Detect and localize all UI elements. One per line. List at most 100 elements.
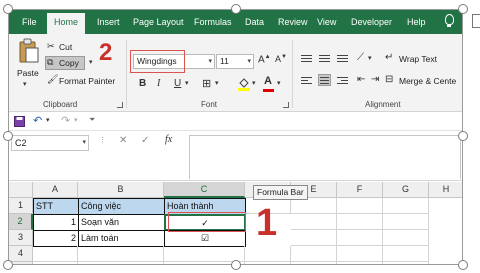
- wrap-text-button[interactable]: Wrap Text: [399, 54, 437, 64]
- empty-cell[interactable]: [78, 262, 164, 264]
- column-header-h[interactable]: H: [429, 182, 462, 198]
- chevron-down-icon[interactable]: ▾: [46, 116, 50, 124]
- fill-color-icon[interactable]: [237, 76, 251, 92]
- empty-cell[interactable]: [291, 214, 337, 230]
- customize-toolbar-icon[interactable]: ⏷: [89, 115, 95, 125]
- increase-font-icon[interactable]: A▲: [258, 54, 271, 65]
- tab-insert[interactable]: Insert: [97, 15, 120, 29]
- column-header-f[interactable]: F: [337, 182, 383, 198]
- row-header-1[interactable]: 1: [9, 198, 33, 214]
- empty-cell[interactable]: [33, 262, 78, 264]
- resize-handle[interactable]: [458, 260, 468, 270]
- tab-formulas[interactable]: Formulas: [194, 15, 232, 29]
- empty-cell[interactable]: [337, 230, 383, 246]
- merge-icon[interactable]: ⊟: [385, 74, 393, 85]
- save-icon[interactable]: [14, 116, 25, 127]
- column-header-a[interactable]: A: [33, 182, 78, 198]
- lightbulb-icon[interactable]: [445, 14, 454, 27]
- redo-icon[interactable]: ↷: [61, 114, 70, 127]
- function-icon[interactable]: fx: [165, 134, 172, 145]
- table-header-cell[interactable]: Công việc: [78, 198, 165, 215]
- resize-handle[interactable]: [231, 4, 241, 14]
- tab-view[interactable]: View: [317, 15, 336, 29]
- table-cell[interactable]: ☑: [164, 230, 246, 247]
- dialog-launcher-icon[interactable]: [283, 102, 289, 108]
- column-header-b[interactable]: B: [78, 182, 164, 198]
- empty-cell[interactable]: [78, 246, 164, 262]
- empty-cell[interactable]: [33, 246, 78, 262]
- chevron-down-icon[interactable]: ▾: [247, 55, 251, 68]
- tab-review[interactable]: Review: [278, 15, 308, 29]
- empty-cell[interactable]: [291, 230, 337, 246]
- resize-handle[interactable]: [3, 4, 13, 14]
- format-painter-button[interactable]: Format Painter: [59, 76, 115, 86]
- empty-cell[interactable]: [383, 230, 429, 246]
- chevron-down-icon[interactable]: ▾: [82, 136, 86, 150]
- decrease-indent-icon[interactable]: ⇤: [357, 74, 365, 85]
- tab-developer[interactable]: Developer: [351, 15, 392, 29]
- format-painter-icon[interactable]: 🖌: [47, 74, 58, 85]
- align-right-icon[interactable]: [337, 75, 350, 87]
- chevron-down-icon[interactable]: ▾: [74, 116, 78, 124]
- align-top-icon[interactable]: [301, 53, 314, 65]
- formula-input[interactable]: [189, 135, 461, 179]
- undo-icon[interactable]: ↶: [33, 114, 42, 127]
- font-size-box[interactable]: 11 ▾: [216, 54, 254, 69]
- empty-cell[interactable]: [337, 246, 383, 262]
- row-header-3[interactable]: 3: [9, 230, 33, 246]
- orientation-icon[interactable]: ⟋: [357, 52, 364, 63]
- table-header-cell[interactable]: STT: [33, 198, 79, 215]
- merge-center-button[interactable]: Merge & Cente: [399, 76, 456, 86]
- tab-file[interactable]: File: [22, 15, 37, 29]
- empty-cell[interactable]: [245, 262, 291, 264]
- empty-cell[interactable]: [383, 246, 429, 262]
- chevron-down-icon[interactable]: ▾: [208, 55, 212, 68]
- dialog-launcher-icon[interactable]: [117, 102, 123, 108]
- resize-handle[interactable]: [3, 260, 13, 270]
- empty-cell[interactable]: [337, 214, 383, 230]
- underline-button[interactable]: U: [174, 78, 181, 89]
- chevron-down-icon[interactable]: ▾: [89, 58, 93, 66]
- empty-cell[interactable]: [383, 214, 429, 230]
- resize-handle[interactable]: [458, 4, 468, 14]
- align-bottom-icon[interactable]: [337, 53, 350, 65]
- empty-cell[interactable]: [337, 262, 383, 264]
- scissors-icon[interactable]: ✂: [47, 41, 55, 52]
- column-header-g[interactable]: G: [383, 182, 429, 198]
- chevron-down-icon[interactable]: ▾: [277, 79, 281, 87]
- empty-cell[interactable]: [291, 246, 337, 262]
- align-middle-icon[interactable]: [319, 53, 332, 65]
- row-header-2[interactable]: 2: [9, 214, 33, 230]
- column-header-c[interactable]: C: [164, 182, 245, 198]
- align-left-icon[interactable]: [301, 75, 314, 87]
- empty-cell[interactable]: [337, 198, 383, 214]
- name-box[interactable]: C2 ▾: [11, 135, 89, 151]
- wrap-text-icon[interactable]: ↵: [385, 52, 393, 63]
- tab-page-layout[interactable]: Page Layout: [133, 15, 184, 29]
- borders-icon[interactable]: ⊞: [202, 77, 211, 90]
- bold-button[interactable]: B: [139, 78, 146, 89]
- select-all-corner[interactable]: [9, 182, 33, 198]
- empty-cell[interactable]: [291, 262, 337, 264]
- empty-cell[interactable]: [291, 198, 337, 214]
- empty-cell[interactable]: [245, 246, 291, 262]
- chevron-down-icon[interactable]: ▾: [368, 54, 372, 62]
- empty-cell[interactable]: [383, 262, 429, 264]
- cut-button[interactable]: Cut: [59, 42, 72, 52]
- table-cell[interactable]: 1: [33, 214, 79, 231]
- tab-home[interactable]: Home: [47, 13, 86, 34]
- table-cell[interactable]: 2: [33, 230, 79, 247]
- paste-label[interactable]: Paste: [17, 68, 39, 78]
- paste-icon[interactable]: [18, 38, 40, 64]
- increase-indent-icon[interactable]: ⇥: [371, 74, 379, 85]
- cancel-icon[interactable]: ✕: [119, 135, 127, 146]
- chevron-down-icon[interactable]: ▾: [23, 80, 27, 88]
- align-center-icon[interactable]: [318, 74, 331, 86]
- empty-cell[interactable]: [383, 198, 429, 214]
- resize-handle[interactable]: [3, 131, 13, 141]
- decrease-font-icon[interactable]: A▼: [275, 54, 287, 64]
- tab-data[interactable]: Data: [245, 15, 264, 29]
- table-cell[interactable]: Soạn văn: [78, 214, 165, 231]
- enter-icon[interactable]: ✓: [141, 135, 149, 146]
- resize-handle[interactable]: [458, 131, 468, 141]
